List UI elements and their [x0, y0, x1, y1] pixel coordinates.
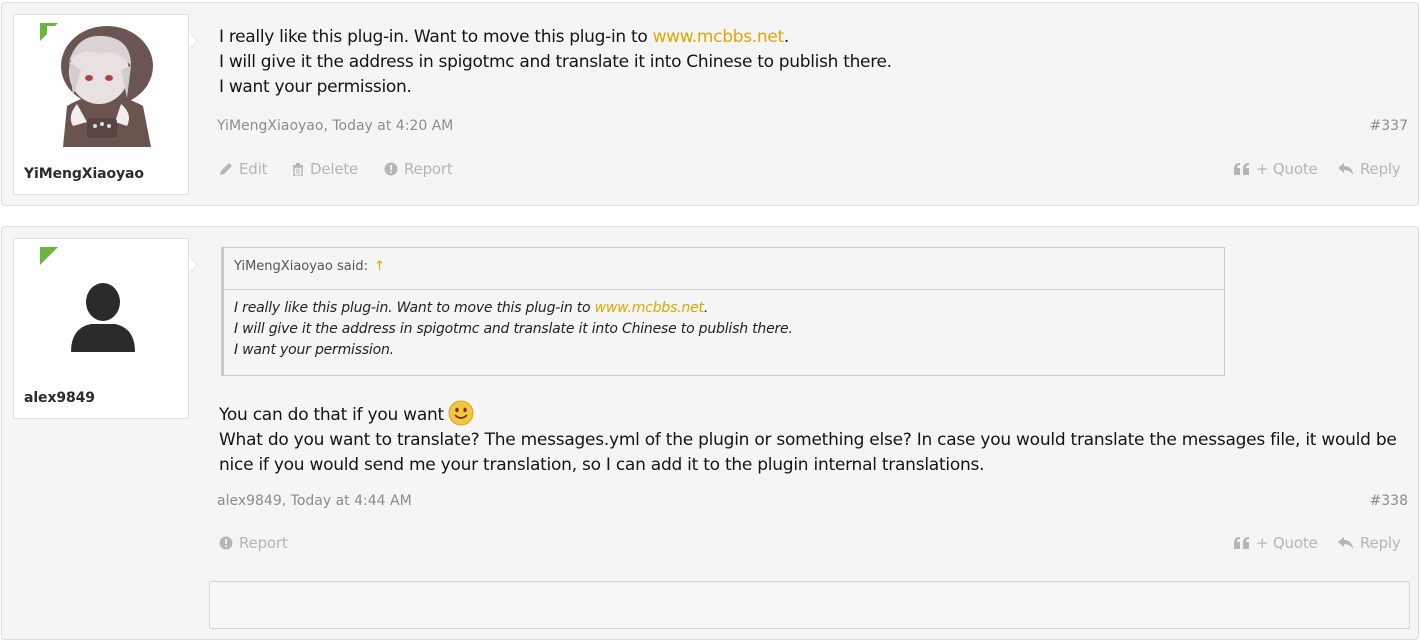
message-punct: .: [783, 27, 789, 47]
username[interactable]: YiMengXiaoyao: [24, 166, 144, 182]
edit-label: Edit: [239, 160, 268, 178]
alert-icon: [219, 536, 233, 550]
quote-header: YiMengXiaoyao said: ↑: [224, 248, 1224, 290]
quote-attribution: YiMengXiaoyao said:: [234, 259, 368, 274]
user-card: alex9849: [13, 238, 189, 419]
smiley-icon: [448, 400, 474, 426]
delete-button[interactable]: Delete: [292, 160, 358, 178]
post-337: YiMengXiaoyao I really like this plug-in…: [1, 2, 1419, 206]
quote-line: I will give it the address in spigotmc a…: [234, 321, 793, 337]
alert-icon: [384, 162, 398, 176]
post-338: alex9849 YiMengXiaoyao said: ↑ I really …: [1, 226, 1419, 640]
default-avatar-icon[interactable]: [47, 250, 159, 371]
message-body: I really like this plug-in. Want to move…: [219, 25, 892, 100]
quote-body: I really like this plug-in. Want to move…: [224, 290, 1224, 361]
message-line: I will give it the address in spigotmc a…: [219, 52, 892, 72]
reply-icon: [1338, 162, 1353, 175]
reply-label: Reply: [1360, 534, 1401, 552]
quote-label: + Quote: [1256, 160, 1318, 178]
quote-block: YiMengXiaoyao said: ↑ I really like this…: [221, 247, 1225, 376]
mcbbs-link[interactable]: www.mcbbs.net: [595, 300, 704, 316]
avatar[interactable]: [47, 26, 159, 147]
quote-line: I really like this plug-in. Want to move…: [234, 300, 595, 316]
report-button[interactable]: Report: [384, 160, 453, 178]
post-meta[interactable]: alex9849, Today at 4:44 AM: [217, 493, 412, 509]
reply-button[interactable]: Reply: [1338, 534, 1401, 552]
quote-jump-icon[interactable]: ↑: [374, 259, 385, 274]
reply-label: Reply: [1360, 160, 1401, 178]
report-label: Report: [239, 534, 288, 552]
message-body: You can do that if you want What do you …: [219, 400, 1397, 478]
message-line: I really like this plug-in. Want to move…: [219, 27, 653, 47]
trash-icon: [293, 163, 303, 176]
report-label: Report: [404, 160, 453, 178]
edit-button[interactable]: Edit: [219, 160, 267, 178]
mcbbs-link[interactable]: www.mcbbs.net: [653, 27, 785, 47]
quote-line: I want your permission.: [234, 342, 394, 358]
message-line: You can do that if you want: [219, 405, 444, 425]
quote-punct: .: [703, 300, 709, 316]
message-line: I want your permission.: [219, 77, 412, 97]
message-line: What do you want to translate? The messa…: [219, 430, 1397, 450]
quote-button[interactable]: + Quote: [1234, 160, 1318, 178]
quote-button[interactable]: + Quote: [1234, 534, 1318, 552]
quote-icon: [1234, 537, 1249, 549]
user-card: YiMengXiaoyao: [13, 14, 189, 195]
post-meta[interactable]: YiMengXiaoyao, Today at 4:20 AM: [217, 118, 453, 134]
quote-label: + Quote: [1256, 534, 1318, 552]
post-number[interactable]: #338: [1370, 493, 1408, 509]
report-button[interactable]: Report: [219, 534, 288, 552]
reply-icon: [1338, 536, 1353, 549]
post-number[interactable]: #337: [1370, 118, 1408, 134]
quote-icon: [1234, 163, 1249, 175]
message-line: nice if you would send me your translati…: [219, 455, 985, 475]
delete-label: Delete: [310, 160, 359, 178]
username[interactable]: alex9849: [24, 390, 95, 406]
reply-button[interactable]: Reply: [1338, 160, 1401, 178]
pencil-icon: [220, 163, 232, 175]
quick-reply-input[interactable]: [209, 581, 1410, 629]
